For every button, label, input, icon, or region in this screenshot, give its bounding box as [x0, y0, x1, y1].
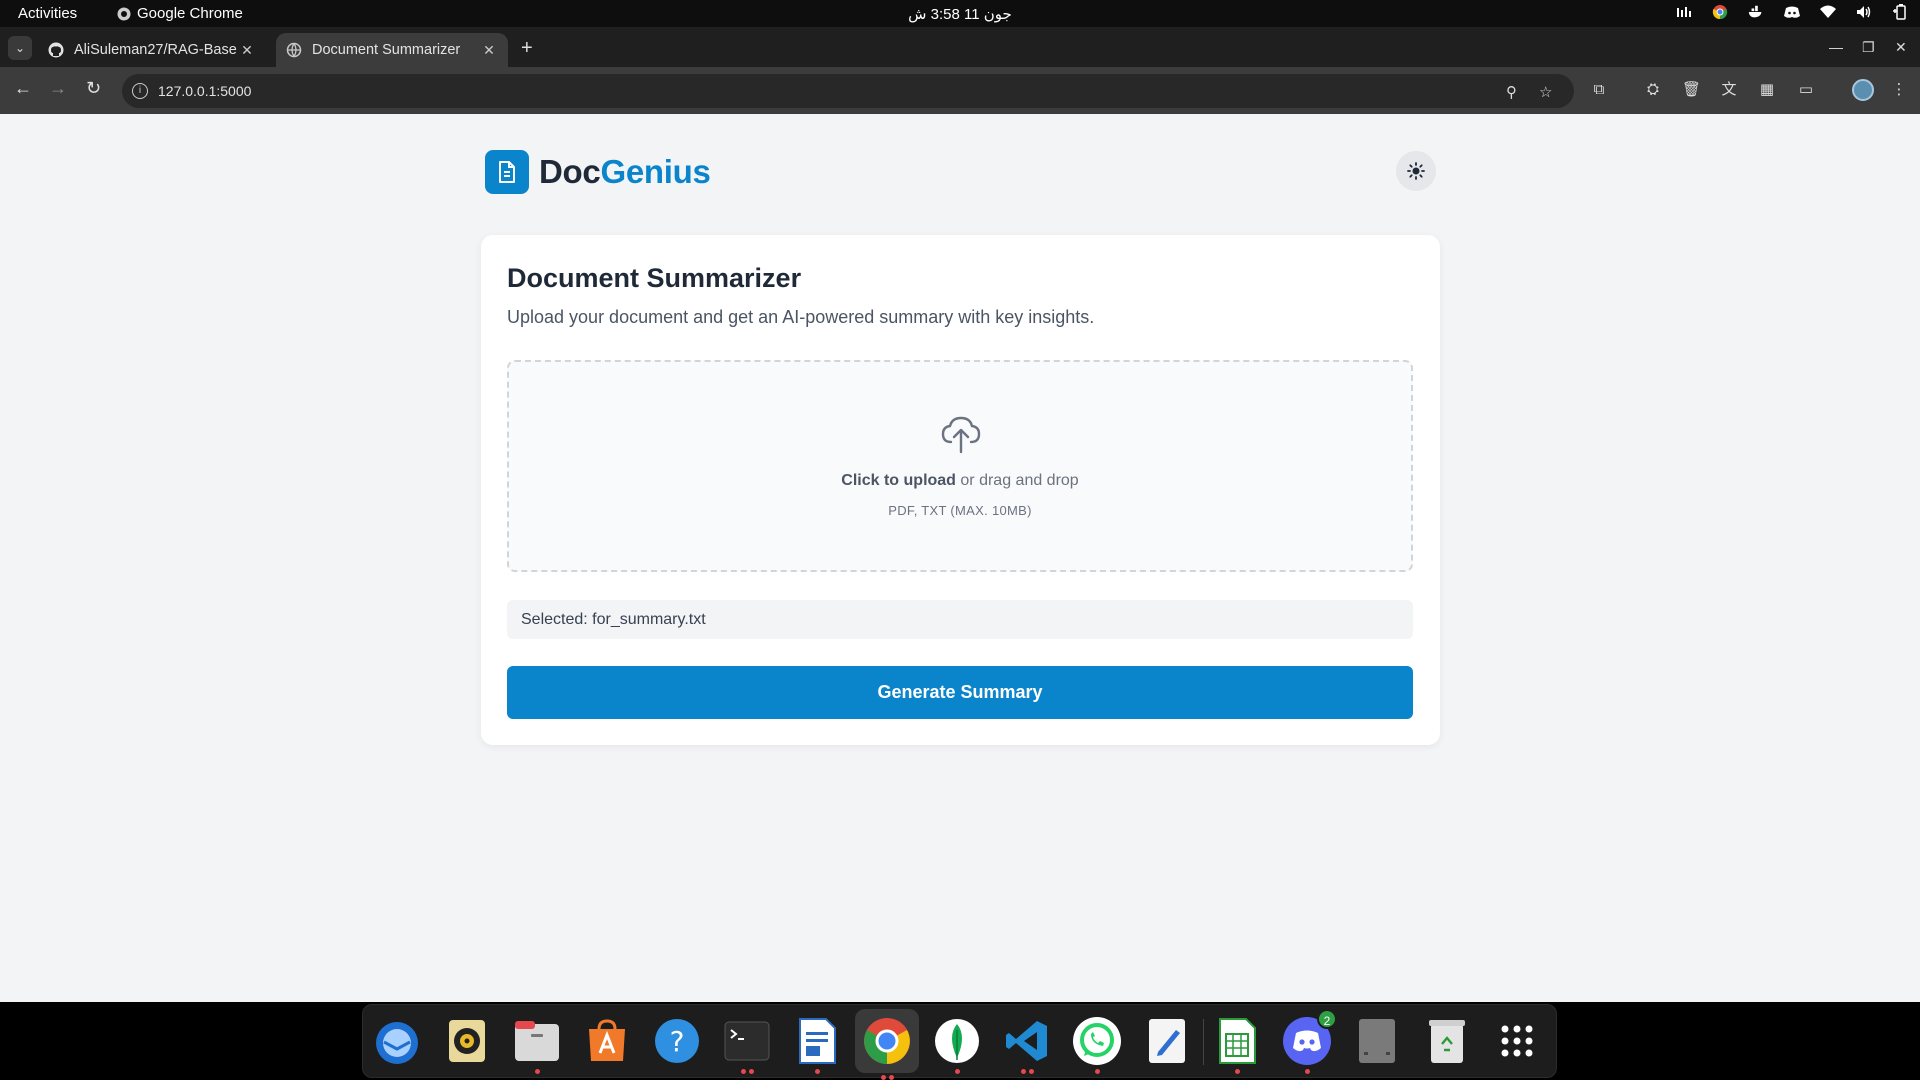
- chrome-tray-icon[interactable]: [1712, 4, 1728, 20]
- profile-avatar-icon[interactable]: [1852, 79, 1874, 101]
- files-icon[interactable]: [511, 1015, 563, 1074]
- trash-extension-icon[interactable]: 🗑︎: [1682, 81, 1701, 99]
- reload-icon[interactable]: ↻: [86, 79, 101, 97]
- forward-arrow-icon[interactable]: →: [49, 79, 67, 97]
- bookmark-star-icon[interactable]: ☆: [1539, 83, 1552, 101]
- discord-tray-icon[interactable]: [1784, 4, 1800, 20]
- site-info-icon[interactable]: i: [132, 83, 148, 99]
- docker-icon[interactable]: [1748, 4, 1764, 20]
- translate-icon[interactable]: 文: [1720, 81, 1738, 99]
- volume-icon[interactable]: [1856, 4, 1872, 20]
- running-indicator: [740, 1069, 746, 1074]
- thunderbird-icon[interactable]: [371, 1015, 423, 1067]
- wifi-icon[interactable]: [1820, 4, 1836, 20]
- tab-strip: ⌄ AliSuleman27/RAG-Base ✕ Document Summa…: [0, 27, 1920, 67]
- browser-toolbar: ← → ↻ i 127.0.0.1:5000 ⚲ ☆ ⧉ ⛭ 🗑︎ 文 ▦ ▭ …: [0, 67, 1920, 114]
- window-close-icon[interactable]: ✕: [1895, 39, 1907, 56]
- notification-badge: 2: [1317, 1009, 1337, 1029]
- restore-icon[interactable]: ❐: [1862, 39, 1875, 56]
- running-indicator: [888, 1075, 894, 1080]
- generate-summary-button[interactable]: Generate Summary: [507, 666, 1413, 719]
- tab-title: AliSuleman27/RAG-Base: [74, 42, 237, 58]
- dock-separator: [1203, 1019, 1204, 1065]
- url-text[interactable]: 127.0.0.1:5000: [158, 83, 251, 99]
- help-icon[interactable]: ?: [651, 1015, 703, 1067]
- running-indicator: [880, 1075, 886, 1080]
- close-icon[interactable]: ✕: [480, 42, 498, 59]
- discord-icon[interactable]: 2: [1281, 1009, 1337, 1074]
- running-indicator: [748, 1069, 754, 1074]
- tab-github[interactable]: AliSuleman27/RAG-Base ✕: [38, 33, 266, 67]
- brand-accent: Genius: [600, 153, 711, 190]
- running-indicator: [1234, 1069, 1240, 1074]
- mongodb-compass-icon[interactable]: [931, 1015, 983, 1074]
- page-subtitle: Upload your document and get an AI-power…: [507, 307, 1095, 327]
- text-editor-icon[interactable]: [1141, 1015, 1193, 1067]
- dock: ? 2: [362, 1004, 1557, 1080]
- rhythmbox-icon[interactable]: [441, 1015, 493, 1067]
- click-to-upload-link[interactable]: Click to upload: [841, 472, 956, 489]
- trash-icon[interactable]: [1421, 1015, 1473, 1067]
- running-indicator: [1020, 1069, 1026, 1074]
- keyboard-layout-icon[interactable]: [1676, 4, 1692, 20]
- terminal-icon[interactable]: [721, 1015, 773, 1074]
- running-indicator: [954, 1069, 960, 1074]
- web-page: DocGenius Document Summarizer Upload you…: [0, 114, 1920, 1002]
- globe-icon: [286, 42, 302, 58]
- brand-name: DocGenius: [539, 153, 711, 191]
- power-icon[interactable]: [1892, 4, 1908, 20]
- incognito-icon[interactable]: ⛭: [1644, 81, 1662, 99]
- chrome-icon[interactable]: [855, 1009, 919, 1080]
- running-indicator: [814, 1069, 820, 1074]
- summarizer-card: Document Summarizer Upload your document…: [481, 235, 1440, 745]
- page-title: Document Summarizer: [507, 263, 802, 293]
- document-icon: [485, 150, 529, 194]
- chevron-down-icon: ⌄: [14, 41, 26, 55]
- brand-logo[interactable]: DocGenius: [485, 150, 711, 194]
- app-grid-icon[interactable]: [1491, 1015, 1543, 1067]
- whatsapp-icon[interactable]: [1071, 1015, 1123, 1074]
- close-icon[interactable]: ✕: [238, 42, 256, 59]
- upload-file-types: PDF, TXT (MAX. 10MB): [888, 503, 1032, 518]
- drive-icon[interactable]: [1351, 1015, 1403, 1067]
- qr-code-icon[interactable]: ▦: [1758, 81, 1776, 99]
- upload-instructions: Click to upload or drag and drop: [509, 472, 1411, 490]
- minimize-icon[interactable]: —: [1829, 39, 1843, 55]
- selected-file-label: Selected: for_summary.txt: [507, 600, 1413, 639]
- vscode-icon[interactable]: [1001, 1015, 1053, 1074]
- system-top-bar: Activities Google Chrome جون 11 3:58 ش: [0, 0, 1920, 27]
- dock-area: ? 2: [0, 1002, 1920, 1080]
- system-tray: [1676, 4, 1908, 20]
- libreoffice-writer-icon[interactable]: [791, 1015, 843, 1074]
- tab-document-summarizer[interactable]: Document Summarizer ✕: [276, 33, 508, 67]
- running-indicator: [1094, 1069, 1100, 1074]
- back-arrow-icon[interactable]: ←: [14, 79, 32, 97]
- cast-icon[interactable]: ▭: [1797, 81, 1815, 99]
- more-menu-icon[interactable]: ⋮: [1890, 81, 1908, 99]
- new-tab-button[interactable]: +: [521, 38, 533, 58]
- svg-text:?: ?: [670, 1025, 685, 1058]
- brand-prefix: Doc: [539, 153, 601, 190]
- cloud-upload-icon: [941, 416, 981, 454]
- running-indicator: [1304, 1069, 1310, 1074]
- running-indicator: [1028, 1069, 1034, 1074]
- running-indicator: [534, 1069, 540, 1074]
- tab-search-button[interactable]: ⌄: [8, 36, 32, 60]
- libreoffice-calc-icon[interactable]: [1211, 1015, 1263, 1074]
- app-center-icon[interactable]: [581, 1015, 633, 1067]
- zoom-icon[interactable]: ⚲: [1506, 83, 1517, 101]
- extensions-icon[interactable]: ⧉: [1590, 81, 1608, 99]
- address-bar[interactable]: i 127.0.0.1:5000 ⚲ ☆: [122, 74, 1574, 108]
- sun-icon: [1407, 162, 1425, 180]
- clock[interactable]: جون 11 3:58 ش: [0, 5, 1920, 23]
- theme-toggle-button[interactable]: [1396, 151, 1436, 191]
- drag-drop-text: or drag and drop: [955, 472, 1079, 489]
- file-upload-dropzone[interactable]: Click to upload or drag and drop PDF, TX…: [507, 360, 1413, 572]
- github-icon: [48, 42, 64, 58]
- tab-title: Document Summarizer: [312, 42, 461, 58]
